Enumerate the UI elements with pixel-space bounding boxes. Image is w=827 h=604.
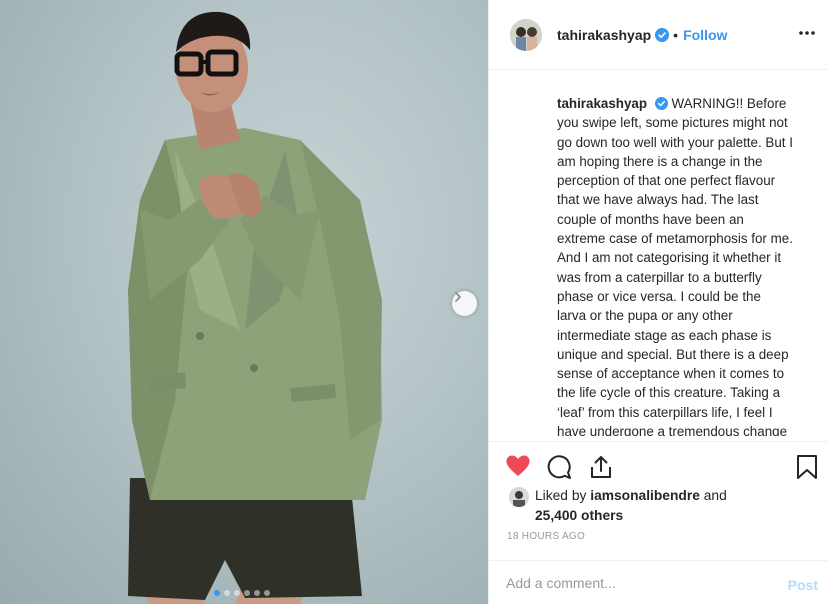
comment-icon[interactable] [546,454,572,480]
avatar-image [510,18,542,51]
post-photo[interactable] [0,0,488,604]
carousel-dot [254,590,260,596]
photo-illustration [128,11,382,604]
likes-text: Liked by iamsonalibendre and 25,400 othe… [535,486,727,525]
caption-text: WARNING!! Before you swipe left, some pi… [557,96,793,436]
header-separator: • [673,26,679,43]
liker-avatar[interactable] [509,487,529,507]
share-icon[interactable] [588,454,614,480]
verified-badge-icon [655,27,670,42]
avatar[interactable] [510,18,542,51]
likes-and: and [703,488,727,503]
post-details-panel: tahirakashyap • Follow tahirakashyap WAR… [488,0,827,604]
likes-summary: Liked by iamsonalibendre and 25,400 othe… [509,486,727,525]
bookmark-icon[interactable] [796,454,818,480]
post-actions [489,441,827,489]
post-caption: tahirakashyap WARNING!! Before you swipe… [557,94,793,436]
liker-username[interactable]: iamsonalibendre [590,488,700,503]
chevron-right-icon [455,292,461,302]
carousel-dot [264,590,270,596]
carousel-dot [244,590,250,596]
carousel-dot [224,590,230,596]
carousel-next-button[interactable] [452,291,477,316]
verified-badge-icon [654,97,668,110]
likes-others-count[interactable]: 25,400 others [535,508,623,523]
likes-prefix: Liked by [535,488,587,503]
post-header: tahirakashyap • Follow [489,0,827,70]
carousel-indicator [214,590,270,596]
comment-bar: Post [489,560,827,604]
post-timestamp[interactable]: 18 HOURS AGO [507,531,585,542]
post-comment-button[interactable]: Post [788,577,818,593]
liker-avatar-image [509,487,529,507]
more-options-icon[interactable] [798,24,816,42]
follow-button[interactable]: Follow [683,27,727,43]
header-username[interactable]: tahirakashyap [557,27,651,43]
carousel-dot [234,590,240,596]
caption-username[interactable]: tahirakashyap [557,96,647,111]
comment-input[interactable] [506,574,766,591]
carousel-dot [214,590,220,596]
heart-icon[interactable] [505,454,531,478]
